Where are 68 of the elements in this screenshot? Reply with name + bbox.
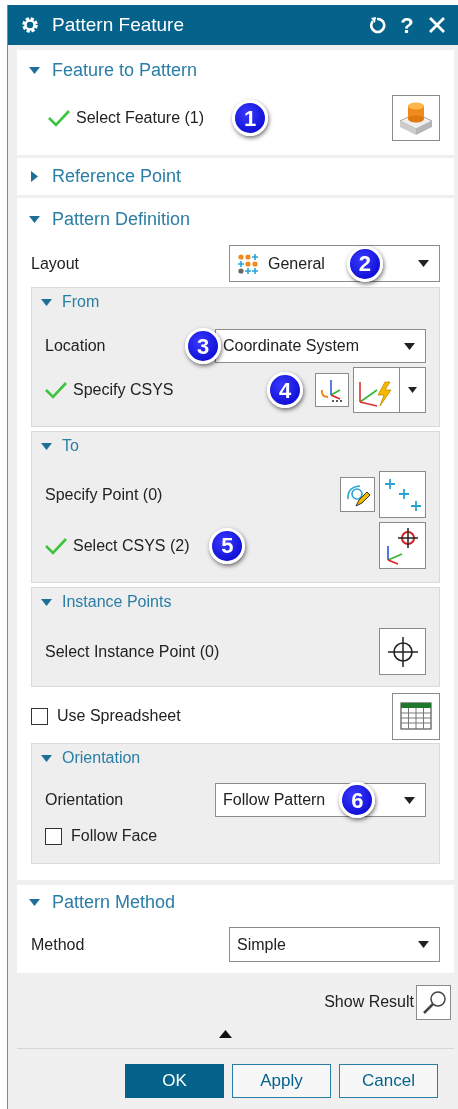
window-title: Pattern Feature bbox=[52, 12, 185, 37]
help-button[interactable]: ? bbox=[398, 8, 416, 42]
field-label: Use Spreadsheet bbox=[57, 706, 181, 726]
field-label: Specify CSYS bbox=[73, 380, 174, 400]
caret-down-icon bbox=[29, 215, 40, 223]
callout-badge: 5 bbox=[209, 527, 246, 564]
field-label: Specify Point (0) bbox=[45, 484, 163, 505]
checkbox[interactable] bbox=[31, 707, 48, 725]
caret-down-icon bbox=[404, 342, 415, 350]
caret-right-icon bbox=[31, 171, 38, 182]
crosshair-icon bbox=[385, 634, 420, 669]
callout-badge: 4 bbox=[267, 372, 303, 408]
section-header[interactable]: Pattern Definition bbox=[17, 198, 440, 240]
spreadsheet-button[interactable] bbox=[392, 692, 440, 740]
dropdown-value: Simple bbox=[237, 934, 286, 955]
section-header[interactable]: Orientation bbox=[32, 744, 426, 772]
callout-badge: 3 bbox=[185, 328, 221, 364]
dropdown-value: General bbox=[268, 253, 325, 274]
caret-down-icon bbox=[408, 387, 417, 393]
caret-up-icon bbox=[219, 1030, 232, 1038]
field-label: Orientation bbox=[45, 790, 124, 810]
section-header[interactable]: Feature to Pattern bbox=[17, 50, 454, 90]
caret-down-icon bbox=[41, 754, 52, 762]
csys-point-button[interactable] bbox=[379, 522, 426, 569]
dropdown-value: Follow Pattern bbox=[223, 790, 326, 810]
close-icon bbox=[428, 16, 446, 34]
dropdown[interactable]: Follow Pattern 6 bbox=[215, 783, 426, 817]
caret-down-icon bbox=[418, 260, 429, 267]
field-label: Method bbox=[31, 934, 85, 955]
show-result-label: Show Result bbox=[324, 992, 414, 1012]
field-label: Follow Face bbox=[71, 826, 158, 846]
show-result-button[interactable] bbox=[416, 984, 451, 1020]
settings-icon bbox=[20, 15, 40, 35]
caret-down-icon bbox=[29, 66, 40, 74]
field-label: Select Feature (1) bbox=[76, 108, 205, 128]
caret-down-icon bbox=[404, 796, 415, 804]
caret-down-icon bbox=[41, 442, 52, 450]
section-header[interactable]: Pattern Method bbox=[17, 885, 440, 920]
field-label: Layout bbox=[31, 253, 80, 274]
dropdown[interactable]: Coordinate System bbox=[215, 329, 426, 363]
dialog-button[interactable]: OK bbox=[125, 1064, 224, 1098]
point-button[interactable] bbox=[379, 628, 426, 675]
field-label: Select CSYS (2) bbox=[73, 535, 190, 556]
reset-icon bbox=[368, 16, 386, 34]
dropdown-value: Coordinate System bbox=[223, 336, 360, 356]
dropdown[interactable]: Simple bbox=[229, 927, 440, 962]
section-header[interactable]: To bbox=[32, 432, 426, 460]
feature-button[interactable] bbox=[392, 95, 440, 141]
section-header[interactable]: Reference Point bbox=[17, 158, 454, 195]
caret-down-icon bbox=[29, 899, 40, 906]
caret-down-icon bbox=[41, 298, 52, 306]
caret-down-icon bbox=[41, 598, 52, 606]
dialog-button[interactable]: Apply bbox=[232, 1064, 331, 1098]
field-label: Location bbox=[45, 336, 106, 356]
section-header[interactable]: From bbox=[32, 288, 426, 316]
section-header[interactable]: Instance Points bbox=[32, 588, 426, 616]
axes-icon bbox=[319, 377, 345, 403]
dropdown[interactable]: General 2 bbox=[229, 245, 440, 282]
checkbox[interactable] bbox=[45, 827, 62, 845]
sketch-point-button[interactable] bbox=[340, 477, 375, 512]
three-crosses-icon bbox=[383, 476, 422, 513]
caret-down-icon bbox=[418, 941, 429, 948]
csys-button[interactable] bbox=[315, 373, 349, 407]
field-label: Select Instance Point (0) bbox=[45, 641, 220, 662]
point-set-button[interactable] bbox=[379, 471, 426, 518]
spreadsheet-icon bbox=[400, 702, 432, 730]
dialog-button[interactable]: Cancel bbox=[339, 1064, 438, 1098]
dot-grid-icon bbox=[237, 252, 259, 275]
